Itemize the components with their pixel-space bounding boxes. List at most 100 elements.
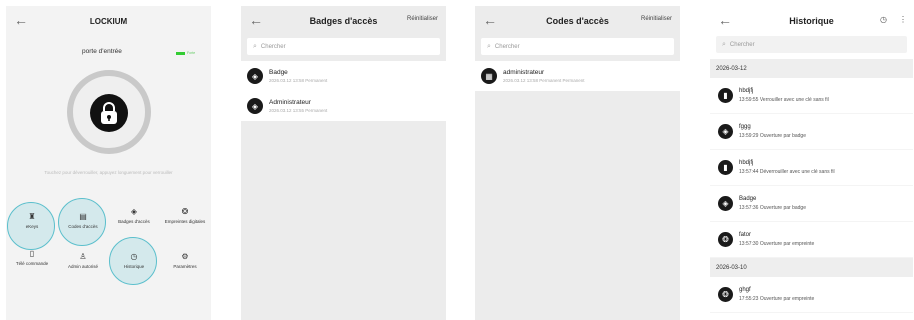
item-name: Administrateur	[269, 99, 311, 106]
item-sub: 2026.03.12 13:58 Permanent Permanent	[503, 78, 585, 83]
badge-icon: ◈	[130, 207, 138, 216]
keypad-icon: ▤	[79, 212, 87, 221]
clock-icon[interactable]: ◷	[880, 15, 887, 24]
history-row[interactable]: ◈ fggg 13:59:29 Ouverture par badge	[710, 114, 913, 150]
remote-icon: ▮	[718, 88, 733, 103]
reset-button[interactable]: Réinitialiser	[407, 16, 438, 22]
menu-label: Paramètres	[173, 263, 197, 269]
entry-name: hbdjfj	[739, 160, 754, 166]
menu-item-remote[interactable]: ▯ Télé commande	[8, 249, 56, 266]
search-placeholder: Chercher	[494, 43, 520, 50]
back-arrow-icon[interactable]: ←	[483, 12, 497, 28]
reset-button[interactable]: Réinitialiser	[641, 16, 672, 22]
item-name: Badge	[269, 69, 288, 76]
remote-icon: ▮	[718, 160, 733, 175]
entry-detail: 13:59:55 Verrouiller avec une clé sans f…	[739, 97, 829, 103]
entry-name: hbdjfj	[739, 88, 754, 94]
padlock-icon	[101, 102, 117, 124]
keypad-icon: ▦	[481, 68, 497, 84]
search-icon: ⌕	[253, 42, 257, 50]
lock-button[interactable]	[90, 94, 128, 132]
menu-label: Admin autorisé	[67, 263, 98, 269]
menu-item-settings[interactable]: ⚙ Paramètres	[161, 252, 209, 269]
battery-indicator: Forte	[176, 51, 202, 55]
menu-label: Codes d'accès	[68, 223, 98, 229]
menu-item-ekeys[interactable]: ♜ eKeys	[8, 212, 56, 229]
header: ← Historique ◷ ⋮	[710, 6, 913, 36]
search-input[interactable]: ⌕ Chercher	[716, 36, 907, 53]
history-row[interactable]: ▮ hbdjfj 13:57:44 Déverrouiller avec une…	[710, 150, 913, 186]
search-icon: ⌕	[722, 40, 726, 48]
search-input[interactable]: ⌕ Chercher	[481, 38, 674, 55]
entry-name: ghgf	[739, 287, 751, 293]
entry-name: Badge	[739, 196, 757, 202]
menu-item-admin[interactable]: ♙ Admin autorisé	[59, 252, 107, 269]
entry-detail: 13:57:44 Déverrouiller avec une clé sans…	[739, 169, 835, 175]
stage: ← LOCKIUM porte d'entrée Forte Touchez p…	[0, 0, 914, 320]
list-item[interactable]: ◈ Administrateur 2026.03.12 13:55 Perman…	[241, 91, 446, 121]
remote-icon: ▯	[29, 249, 35, 258]
page-title: Badges d'accès	[309, 16, 378, 26]
entry-detail: 17:55:23 Ouverture par empreinte	[739, 296, 815, 302]
history-row[interactable]: ◈ Badge 13:57:36 Ouverture par badge	[710, 186, 913, 222]
badge-icon: ◈	[247, 98, 263, 114]
badge-icon: ◈	[247, 68, 263, 84]
search-placeholder: Chercher	[260, 43, 286, 50]
list-item[interactable]: ▦ administrateur 2026.03.12 13:58 Perman…	[475, 61, 680, 91]
admin-icon: ♙	[79, 252, 87, 261]
menu-item-codes[interactable]: ▤ Codes d'accès	[59, 212, 107, 229]
page-title: Codes d'accès	[546, 16, 609, 26]
header: ← Badges d'accès Réinitialiser	[241, 6, 446, 36]
app-title: LOCKIUM	[89, 16, 128, 26]
entry-name: fggg	[739, 124, 751, 130]
search-icon: ⌕	[487, 42, 491, 50]
battery-label: Forte	[187, 51, 196, 55]
fingerprint-icon: ❂	[181, 207, 189, 216]
badges-screen: ← Badges d'accès Réinitialiser ⌕ Cherche…	[241, 6, 446, 320]
back-arrow-icon[interactable]: ←	[718, 12, 732, 28]
history-row[interactable]: ❂ fator 13:57:30 Ouverture par empreinte	[710, 222, 913, 258]
battery-icon	[176, 51, 185, 55]
badge-icon: ◈	[718, 196, 733, 211]
code-list: ▦ administrateur 2026.03.12 13:58 Perman…	[475, 61, 680, 91]
lock-hint: Touchez pour déverrouiller, appuyez long…	[44, 170, 173, 175]
entry-detail: 13:59:29 Ouverture par badge	[739, 133, 806, 139]
codes-screen: ← Codes d'accès Réinitialiser ⌕ Chercher…	[475, 6, 680, 320]
date-header: 2026-03-12	[710, 59, 913, 78]
badge-icon: ◈	[718, 124, 733, 139]
item-sub: 2026.03.12 13:58 Permanent	[269, 78, 328, 83]
gear-icon: ⚙	[181, 252, 189, 261]
history-row[interactable]: ❂ ghgf 17:55:23 Ouverture par empreinte	[710, 277, 913, 313]
header: ← Codes d'accès Réinitialiser	[475, 6, 680, 36]
history-screen: ← Historique ◷ ⋮ ⌕ Chercher 2026-03-12 ▮…	[710, 6, 913, 320]
entry-detail: 13:57:30 Ouverture par empreinte	[739, 241, 815, 247]
search-input[interactable]: ⌕ Chercher	[247, 38, 440, 55]
more-icon[interactable]: ⋮	[899, 15, 907, 24]
menu-label: Télé commande	[15, 260, 49, 266]
menu-item-history[interactable]: ◷ Historique	[110, 252, 158, 269]
list-item[interactable]: ◈ Badge 2026.03.12 13:58 Permanent	[241, 61, 446, 91]
fingerprint-icon: ❂	[718, 232, 733, 247]
menu-label: eKeys	[25, 223, 39, 229]
entry-detail: 13:57:36 Ouverture par badge	[739, 205, 806, 211]
badge-list: ◈ Badge 2026.03.12 13:58 Permanent ◈ Adm…	[241, 61, 446, 121]
main-screen: ← LOCKIUM porte d'entrée Forte Touchez p…	[6, 6, 211, 320]
fingerprint-icon: ❂	[718, 287, 733, 302]
menu-item-badges[interactable]: ◈ Badges d'accès	[110, 207, 158, 224]
entry-name: fator	[739, 232, 752, 238]
history-icon: ◷	[130, 252, 138, 261]
key-icon: ♜	[28, 212, 36, 221]
history-row[interactable]: ▮ hbdjfj 13:59:55 Verrouiller avec une c…	[710, 78, 913, 114]
item-sub: 2026.03.12 13:55 Permanent	[269, 108, 328, 113]
page-title: Historique	[789, 16, 834, 26]
date-header: 2026-03-10	[710, 258, 913, 277]
back-arrow-icon[interactable]: ←	[14, 12, 28, 28]
back-arrow-icon[interactable]: ←	[249, 12, 263, 28]
item-name: administrateur	[503, 69, 545, 76]
search-placeholder: Chercher	[729, 41, 755, 48]
menu-label: Historique	[123, 263, 145, 269]
menu-label: Badges d'accès	[118, 218, 150, 224]
menu-item-fingerprints[interactable]: ❂ Empreintes digitales	[161, 207, 209, 224]
header: ← LOCKIUM	[6, 6, 211, 36]
door-name: porte d'entrée	[82, 48, 122, 55]
